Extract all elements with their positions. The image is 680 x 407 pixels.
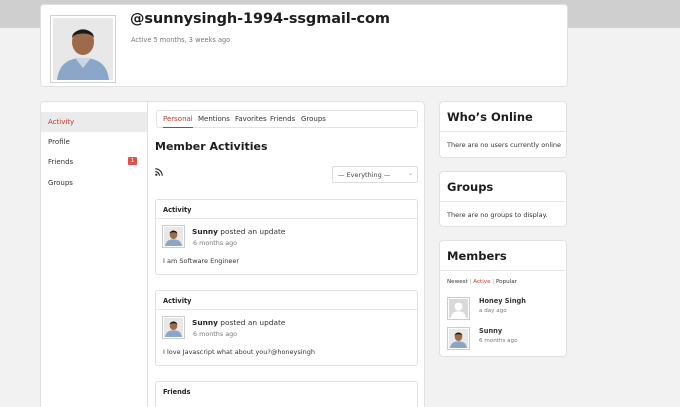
profile-header: @sunnysingh-1994-ssgmail-com Active 5 mo… — [40, 4, 568, 87]
nav-item-label: Activity — [48, 118, 75, 126]
filter-popular[interactable]: Popular — [496, 279, 517, 285]
nav-item-label: Friends — [48, 158, 74, 166]
member-last-active: 6 months ago — [479, 338, 518, 344]
tab-personal[interactable]: Personal — [163, 111, 193, 128]
member-name-link[interactable]: Honey Singh — [479, 297, 526, 305]
activity-filter-select[interactable]: — Everything — ⌄ — [332, 166, 418, 183]
nav-item-activity[interactable]: Activity — [41, 112, 147, 132]
member-last-active: a day ago — [479, 308, 507, 314]
rss-icon[interactable] — [155, 168, 163, 176]
tab-favorites[interactable]: Favorites — [235, 111, 267, 128]
activity-tabs: Personal Mentions Favorites Friends Grou… — [156, 110, 418, 128]
divider — [440, 270, 566, 271]
members-widget: Members Newest | Active | Popular Honey … — [439, 240, 567, 357]
widget-title: Who’s Online — [447, 110, 533, 124]
activity-item-header: Activity — [156, 291, 417, 310]
avatar[interactable] — [162, 316, 185, 339]
friends-count-badge: 1 — [128, 157, 137, 165]
profile-username: @sunnysingh-1994-ssgmail-com — [130, 11, 390, 27]
activity-item: Activity Sunny posted an update 6 months… — [155, 290, 418, 366]
divider — [440, 131, 566, 132]
profile-nav: Activity Profile Friends 1 Groups — [40, 101, 148, 407]
nav-item-friends[interactable]: Friends 1 — [41, 152, 147, 172]
avatar[interactable] — [447, 327, 470, 350]
widget-title: Groups — [447, 180, 494, 194]
activity-author-link[interactable]: Sunny — [192, 318, 218, 327]
filter-separator: | — [469, 279, 472, 285]
filter-newest[interactable]: Newest — [447, 279, 468, 285]
activity-item-header: Activity — [156, 200, 417, 219]
divider — [440, 201, 566, 202]
activity-time-link[interactable]: 6 months ago — [193, 330, 237, 338]
filter-selected-value: — Everything — — [338, 171, 391, 179]
filter-separator: | — [492, 279, 495, 285]
filter-active[interactable]: Active — [473, 279, 490, 285]
activity-time-link[interactable]: 6 months ago — [193, 239, 237, 247]
widget-title: Members — [447, 249, 507, 263]
groups-widget: Groups There are no groups to display. — [439, 171, 567, 227]
activity-action-line: Sunny posted an update — [192, 227, 285, 236]
widget-empty-text: There are no users currently online — [447, 141, 562, 149]
default-avatar[interactable] — [447, 297, 470, 320]
nav-item-label: Profile — [48, 138, 70, 146]
members-filter: Newest | Active | Popular — [447, 279, 517, 285]
activity-action-text: posted an update — [220, 318, 286, 327]
member-item: Sunny 6 months ago — [447, 327, 562, 351]
activity-main: Personal Mentions Favorites Friends Grou… — [147, 101, 425, 407]
activity-item: Friends — [155, 381, 418, 407]
page-title: Member Activities — [155, 140, 268, 153]
activity-content: I love Javascript what about you?@honeys… — [163, 348, 315, 356]
activity-item: Activity Sunny posted an update 6 months… — [155, 199, 418, 275]
activity-action-text: posted an update — [220, 227, 286, 236]
activity-action-line: Sunny posted an update — [192, 318, 285, 327]
widget-empty-text: There are no groups to display. — [447, 211, 548, 219]
activity-item-header: Friends — [163, 388, 191, 396]
whos-online-widget: Who’s Online There are no users currentl… — [439, 101, 567, 158]
activity-content: I am Software Engineer — [163, 257, 240, 265]
profile-avatar[interactable] — [50, 15, 116, 83]
avatar[interactable] — [162, 225, 185, 248]
activity-author-link[interactable]: Sunny — [192, 227, 218, 236]
tab-groups[interactable]: Groups — [301, 111, 326, 128]
chevron-down-icon: ⌄ — [407, 170, 413, 177]
last-active-text: Active 5 months, 3 weeks ago — [131, 36, 231, 44]
member-name-link[interactable]: Sunny — [479, 327, 502, 335]
nav-item-profile[interactable]: Profile — [41, 132, 147, 152]
tab-mentions[interactable]: Mentions — [198, 111, 230, 128]
member-item: Honey Singh a day ago — [447, 297, 562, 321]
nav-item-label: Groups — [48, 179, 73, 187]
nav-item-groups[interactable]: Groups — [41, 173, 147, 193]
tab-friends[interactable]: Friends — [270, 111, 295, 128]
